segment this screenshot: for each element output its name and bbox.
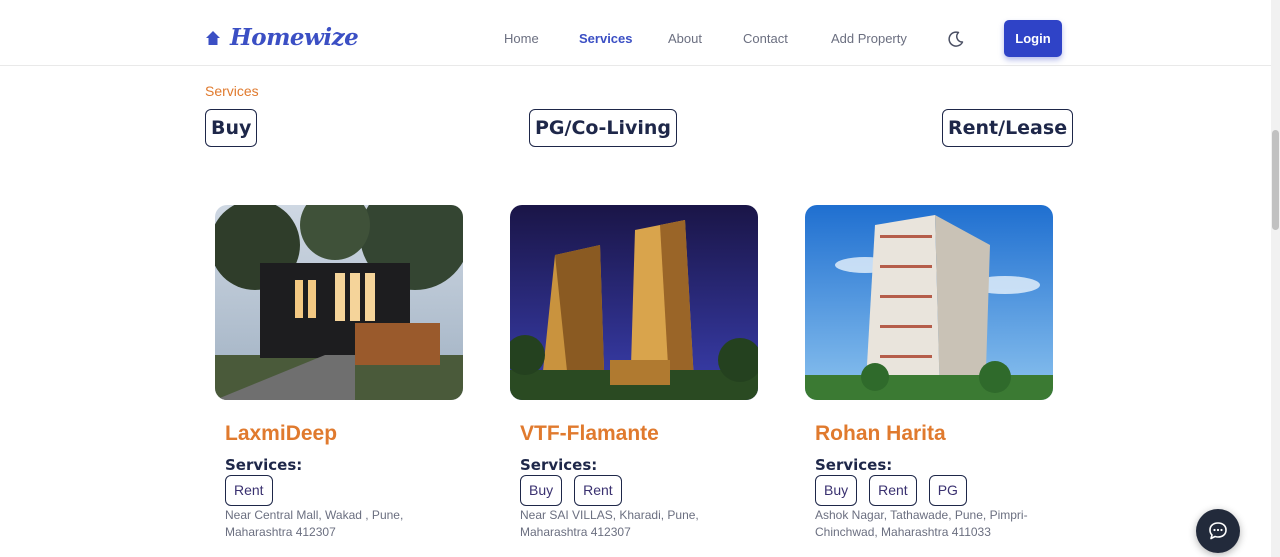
brand-logo[interactable]: Homewize [205,24,359,52]
services-label: Services: [225,456,303,474]
nav-add-property[interactable]: Add Property [831,31,907,46]
service-tag-pg[interactable]: PG [928,475,967,506]
page-scrollbar[interactable] [1271,0,1280,557]
service-tags: Rent [225,475,273,506]
section-label: Services [205,83,259,99]
chat-button[interactable] [1196,509,1240,553]
service-tags: Buy Rent PG [815,475,967,506]
property-card[interactable]: Rohan Harita Services: Buy Rent PG Ashok… [805,205,1053,539]
property-address: Near SAI VILLAS, Kharadi, Pune, Maharash… [520,508,699,539]
home-icon [206,31,220,45]
service-tags: Buy Rent [520,475,622,506]
service-tag-buy[interactable]: Buy [815,475,858,506]
moon-icon[interactable] [947,30,965,48]
property-image [510,205,758,400]
property-card[interactable]: VTF-Flamante Services: Buy Rent Near SAI… [510,205,758,539]
services-label: Services: [520,456,598,474]
property-title: Rohan Harita [815,422,946,445]
service-tag-rent[interactable]: Rent [225,475,273,506]
brand-name: Homewize [230,24,359,51]
property-address: Near Central Mall, Wakad , Pune, Maharas… [225,508,404,539]
property-image [805,205,1053,400]
services-label: Services: [815,456,893,474]
service-tag-rent[interactable]: Rent [574,475,622,506]
filter-pg-coliving-button[interactable]: PG/Co-Living [529,109,677,147]
service-tag-buy[interactable]: Buy [520,475,563,506]
nav-about[interactable]: About [668,31,702,46]
property-title: VTF-Flamante [520,422,659,445]
nav-services[interactable]: Services [579,31,633,46]
nav-contact[interactable]: Contact [743,31,788,46]
scrollbar-thumb[interactable] [1272,130,1279,230]
login-button[interactable]: Login [1004,20,1062,57]
chat-bubble-icon [1209,522,1227,540]
service-tag-rent[interactable]: Rent [869,475,917,506]
property-card[interactable]: LaxmiDeep Services: Rent Near Central Ma… [215,205,463,539]
filter-rent-lease-button[interactable]: Rent/Lease [942,109,1074,147]
nav-home[interactable]: Home [504,31,539,46]
property-image [215,205,463,400]
top-navbar: Homewize Home Services About Contact Add… [0,0,1271,66]
property-title: LaxmiDeep [225,422,338,445]
property-address: Ashok Nagar, Tathawade, Pune, Pimpri-Chi… [815,508,1028,539]
filter-buy-button[interactable]: Buy [205,109,258,147]
